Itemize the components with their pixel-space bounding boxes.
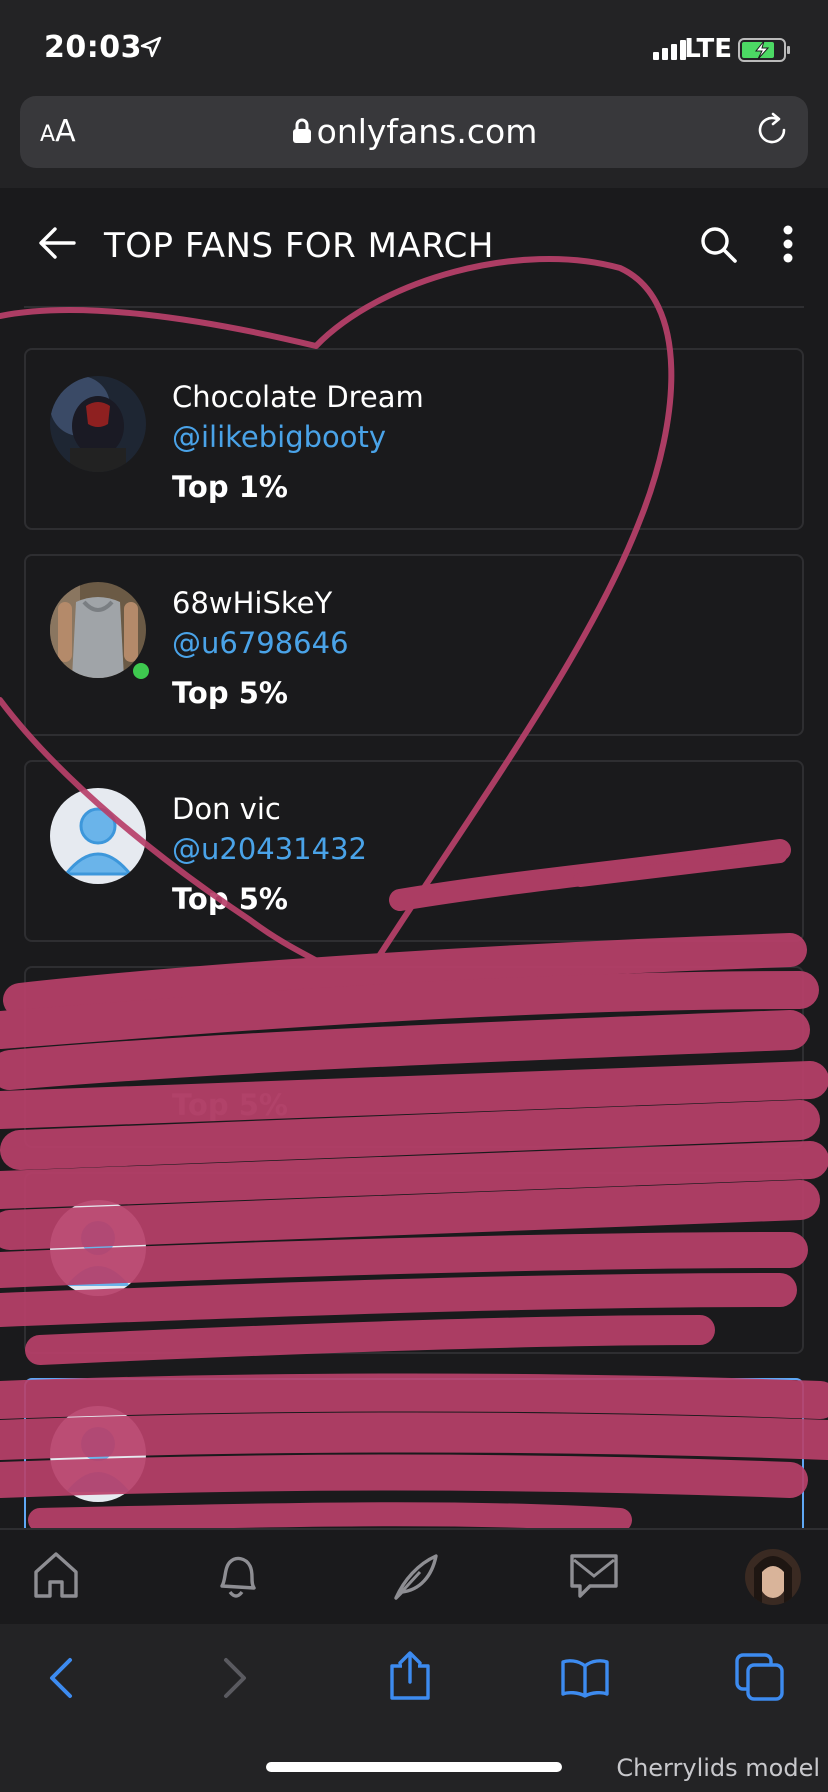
fan-handle[interactable]: @ilikebigbooty bbox=[172, 420, 386, 454]
fan-card[interactable] bbox=[24, 1172, 804, 1354]
tabs-icon[interactable] bbox=[734, 1652, 786, 1706]
bell-icon[interactable] bbox=[210, 1550, 262, 1606]
fan-rank: Top 5% bbox=[172, 1088, 288, 1122]
status-bar: 20:03 LTE bbox=[0, 0, 828, 96]
back-chevron-icon[interactable] bbox=[48, 1656, 74, 1704]
browser-url-bar: AA onlyfans.com bbox=[0, 96, 828, 188]
fan-card[interactable]: Chocolate Dream @ilikebigbooty Top 1% bbox=[24, 348, 804, 530]
fan-card[interactable]: 68wHiSkeY @u6798646 Top 5% bbox=[24, 554, 804, 736]
forward-chevron-icon[interactable] bbox=[222, 1656, 248, 1704]
home-indicator[interactable] bbox=[266, 1762, 562, 1772]
fan-rank: Top 1% bbox=[172, 470, 288, 504]
message-icon[interactable] bbox=[568, 1550, 620, 1604]
home-icon[interactable] bbox=[32, 1550, 80, 1604]
fan-name: Chocolate Dream bbox=[172, 380, 424, 414]
url-text: onlyfans.com bbox=[316, 112, 538, 151]
back-arrow-icon[interactable] bbox=[38, 226, 76, 264]
status-time: 20:03 bbox=[44, 30, 142, 65]
share-icon[interactable] bbox=[388, 1650, 432, 1706]
fan-avatar[interactable] bbox=[50, 376, 146, 472]
page-title: TOP FANS FOR MARCH bbox=[104, 226, 494, 266]
fan-handle[interactable]: @u20431432 bbox=[172, 832, 367, 866]
fan-rank: Top 5% bbox=[172, 676, 288, 710]
bookmarks-icon[interactable] bbox=[560, 1658, 610, 1702]
watermark-text: Cherrylids model bbox=[616, 1754, 820, 1782]
location-arrow-icon bbox=[140, 36, 162, 62]
default-avatar-icon[interactable] bbox=[50, 788, 146, 884]
app-bottom-nav bbox=[0, 1528, 828, 1624]
fan-rank: Top 5% bbox=[172, 882, 288, 916]
address-field[interactable]: AA onlyfans.com bbox=[20, 96, 808, 168]
battery-charging-icon bbox=[738, 38, 792, 66]
online-status-dot bbox=[130, 660, 152, 682]
fan-card[interactable]: Don vic @u20431432 Top 5% bbox=[24, 760, 804, 942]
fan-card[interactable]: Top 5% bbox=[24, 966, 804, 1148]
fan-name: Don vic bbox=[172, 792, 281, 826]
fan-handle[interactable]: @u6798646 bbox=[172, 626, 349, 660]
profile-avatar[interactable] bbox=[744, 1548, 802, 1610]
fan-name: 68wHiSkeY bbox=[172, 586, 333, 620]
signal-strength-icon bbox=[653, 40, 686, 60]
feather-icon[interactable] bbox=[388, 1550, 440, 1606]
network-type: LTE bbox=[684, 34, 732, 64]
default-avatar-icon[interactable] bbox=[50, 1406, 146, 1502]
page-header: TOP FANS FOR MARCH bbox=[24, 188, 804, 308]
reload-icon[interactable] bbox=[754, 112, 790, 152]
search-icon[interactable] bbox=[700, 226, 738, 268]
top-fans-list: Chocolate Dream @ilikebigbooty Top 1% 68… bbox=[24, 348, 804, 1584]
more-vertical-icon[interactable] bbox=[782, 224, 794, 268]
default-avatar-icon[interactable] bbox=[50, 1200, 146, 1296]
